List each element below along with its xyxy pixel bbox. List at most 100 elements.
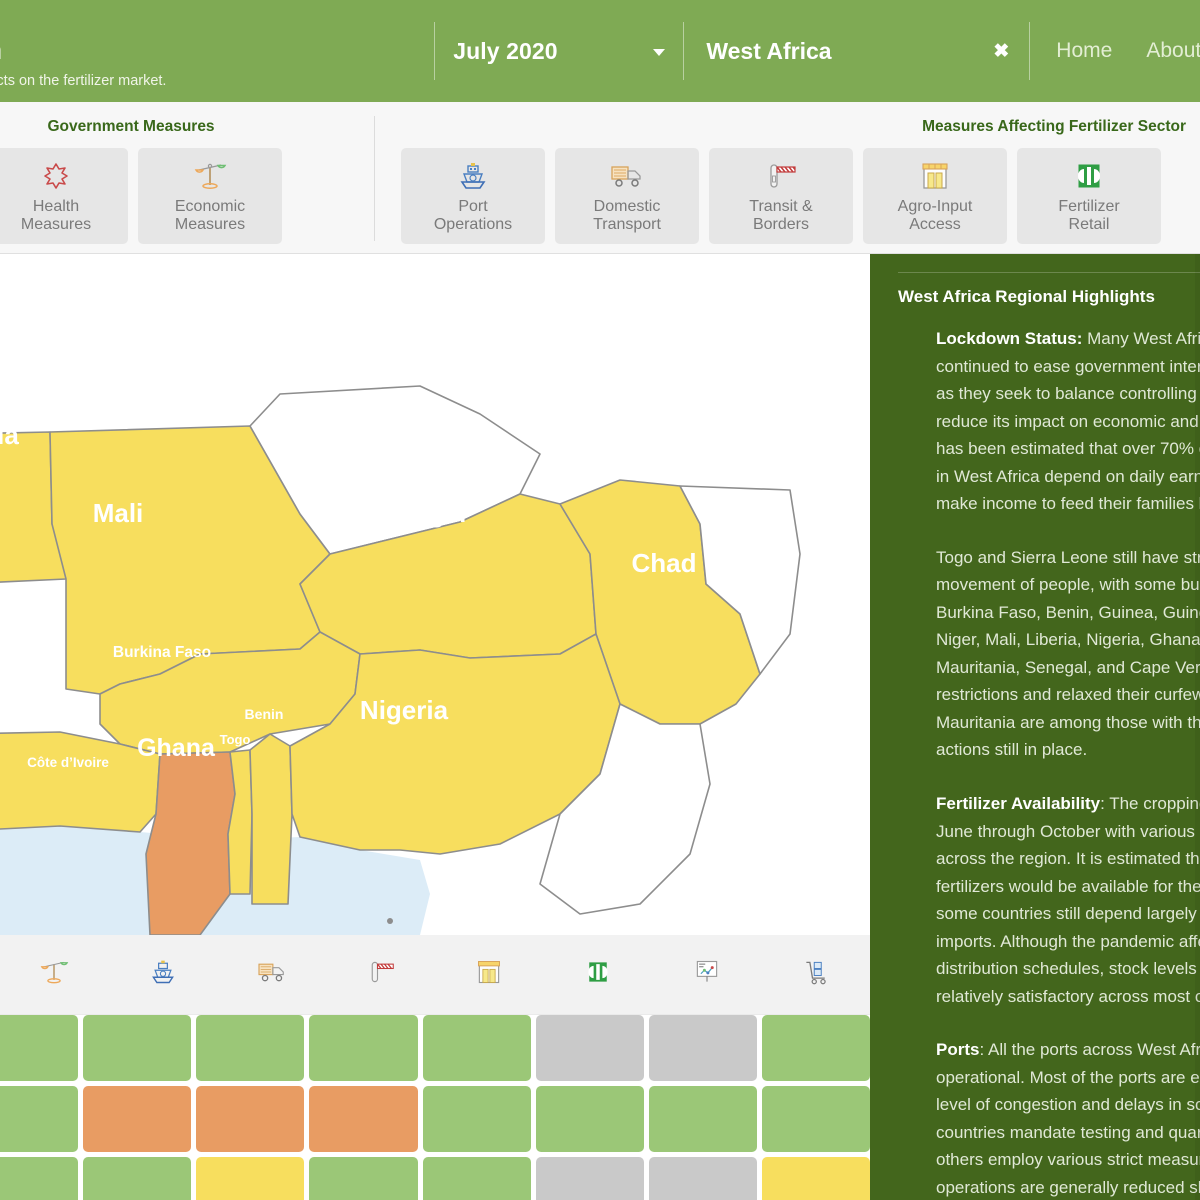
panel-paragraph: Fertilizer Availability: The cropping se… <box>936 793 1200 1006</box>
matrix-cell[interactable] <box>648 1086 757 1152</box>
panel-paragraph: Togo and Sierra Leone still have stringe… <box>936 547 1200 760</box>
tile-health-measures[interactable]: Health Measures <box>0 148 128 244</box>
map-label-nigeria: Nigeria <box>360 695 449 725</box>
panel-paragraph-lead: Fertilizer Availability <box>936 793 1101 813</box>
domestic-transport-icon <box>609 159 645 193</box>
tile-domestic-transport-label: Domestic Transport <box>593 197 661 233</box>
matrix-col-transit-borders[interactable] <box>326 958 435 991</box>
matrix-cell[interactable] <box>648 1015 757 1081</box>
matrix-cell[interactable] <box>422 1157 531 1200</box>
map-label-ghana: Ghana <box>137 734 216 762</box>
choropleth-map[interactable]: ia Mali Niger Chad Burkina Faso Nigeria … <box>0 254 870 935</box>
chevron-down-icon <box>653 49 666 56</box>
matrix-col-last-mile-delivery[interactable] <box>761 958 870 991</box>
matrix-col-domestic-transport[interactable] <box>218 959 327 990</box>
matrix-col-agro-input-access[interactable] <box>435 958 544 991</box>
tile-agro-input-access[interactable]: Agro-Input Access <box>863 148 1007 244</box>
matrix-cell[interactable] <box>535 1086 644 1152</box>
matrix-header-row <box>0 935 870 1015</box>
tile-transit-borders-label: Transit & Borders <box>749 197 813 233</box>
country-measure-matrix <box>0 935 870 1200</box>
tile-fertilizer-retail[interactable]: Fertilizer Retail <box>1017 148 1161 244</box>
matrix-col-port-operations[interactable] <box>109 958 218 991</box>
map-svg: ia Mali Niger Chad Burkina Faso Nigeria … <box>0 254 870 935</box>
brand-block: COVID-19 Fertilizer Watch Tracking COVID… <box>0 0 434 102</box>
transit-borders-icon <box>763 159 799 193</box>
domestic-transport-icon <box>256 959 288 990</box>
matrix-cell[interactable] <box>309 1086 418 1152</box>
region-selector-label: West Africa <box>706 37 832 64</box>
region-selector[interactable]: West Africa ✖ <box>684 0 1029 102</box>
panel-scrollbar[interactable] <box>1195 254 1200 1200</box>
toolbar-group-fertilizer-tiles: Port Operations Domestic Transport Trans… <box>375 136 1200 244</box>
tile-port-operations-label: Port Operations <box>433 197 513 233</box>
panel-paragraphs: Lockdown Status: Many West African count… <box>898 325 1200 1200</box>
matrix-cell[interactable] <box>83 1086 192 1152</box>
matrix-cell[interactable] <box>535 1015 644 1081</box>
regional-highlights-panel[interactable]: West Africa Regional Highlights Lockdown… <box>870 254 1200 1200</box>
tile-transit-borders[interactable]: Transit & Borders <box>709 148 853 244</box>
economic-measures-icon <box>193 159 227 193</box>
nav-item-home[interactable]: Home <box>1056 39 1112 63</box>
close-icon[interactable]: ✖ <box>993 42 1009 61</box>
toolbar-group-fertilizer: Measures Affecting Fertilizer Sector Por… <box>375 102 1200 253</box>
tile-economic-measures[interactable]: Economic Measures <box>138 148 282 244</box>
map-label-benin-render: Benin <box>245 706 284 722</box>
toolbar-group-government: Government Measures Health Measures Econ… <box>0 102 374 253</box>
panel-paragraph: Lockdown Status: Many West African count… <box>936 329 1200 514</box>
tile-domestic-transport[interactable]: Domestic Transport <box>555 148 699 244</box>
matrix-cell[interactable] <box>422 1086 531 1152</box>
month-selector[interactable]: July 2020 <box>435 0 683 102</box>
panel-paragraph: Ports: All the ports across West Africa … <box>936 1040 1200 1197</box>
matrix-cell[interactable] <box>0 1015 79 1081</box>
tile-fertilizer-retail-label: Fertilizer Retail <box>1058 197 1120 233</box>
matrix-cell[interactable] <box>761 1157 870 1200</box>
toolbar-group-fertilizer-title: Measures Affecting Fertilizer Sector <box>922 118 1186 135</box>
country-togo[interactable] <box>227 749 253 895</box>
matrix-cell[interactable] <box>83 1157 192 1200</box>
matrix-cell[interactable] <box>761 1015 870 1081</box>
panel-content: West Africa Regional Highlights Lockdown… <box>870 254 1200 1200</box>
health-measures-icon <box>40 159 72 193</box>
agro-input-access-icon <box>475 958 503 991</box>
port-operations-icon <box>456 159 490 193</box>
panel-divider <box>898 272 1200 273</box>
map-label-chad: Chad <box>632 548 697 578</box>
matrix-cell[interactable] <box>0 1157 79 1200</box>
matrix-cell[interactable] <box>309 1015 418 1081</box>
matrix-cell[interactable] <box>648 1157 757 1200</box>
transit-borders-icon <box>365 958 397 991</box>
tile-economic-measures-label: Economic Measures <box>174 197 246 233</box>
matrix-col-market-prices[interactable] <box>653 958 762 991</box>
matrix-cell[interactable] <box>196 1015 305 1081</box>
matrix-row <box>0 1015 870 1081</box>
matrix-cell[interactable] <box>196 1086 305 1152</box>
matrix-cell[interactable] <box>422 1015 531 1081</box>
last-mile-delivery-icon <box>801 958 831 991</box>
matrix-cell[interactable] <box>83 1015 192 1081</box>
matrix-cell[interactable] <box>0 1086 79 1152</box>
measures-toolbar: Government Measures Health Measures Econ… <box>0 102 1200 254</box>
matrix-cell[interactable] <box>309 1157 418 1200</box>
toolbar-group-government-title: Government Measures <box>47 118 215 135</box>
map-label-mauritania: ia <box>0 420 19 450</box>
app-header: COVID-19 Fertilizer Watch Tracking COVID… <box>0 0 1200 102</box>
fertilizer-retail-icon <box>1073 159 1105 193</box>
matrix-cell[interactable] <box>535 1157 644 1200</box>
port-operations-icon <box>148 958 178 991</box>
matrix-col-economic[interactable] <box>0 958 109 991</box>
map-label-niger: Niger <box>403 498 469 528</box>
dashboard-root: COVID-19 Fertilizer Watch Tracking COVID… <box>0 0 1200 1200</box>
month-selector-label: July 2020 <box>453 37 558 64</box>
map-marker-dot <box>387 918 393 924</box>
panel-paragraph-lead: Ports <box>936 1040 980 1060</box>
country-benin[interactable] <box>249 733 293 905</box>
matrix-col-fertilizer-retail[interactable] <box>544 958 653 991</box>
nav-item-about[interactable]: About <box>1146 39 1200 63</box>
matrix-cell[interactable] <box>761 1086 870 1152</box>
matrix-cell[interactable] <box>196 1157 305 1200</box>
map-label-burkina-faso: Burkina Faso <box>113 644 211 661</box>
map-label-cote-divoire: Côte d’Ivoire <box>27 755 109 770</box>
tile-port-operations[interactable]: Port Operations <box>401 148 545 244</box>
fertilizer-retail-icon <box>584 958 612 991</box>
